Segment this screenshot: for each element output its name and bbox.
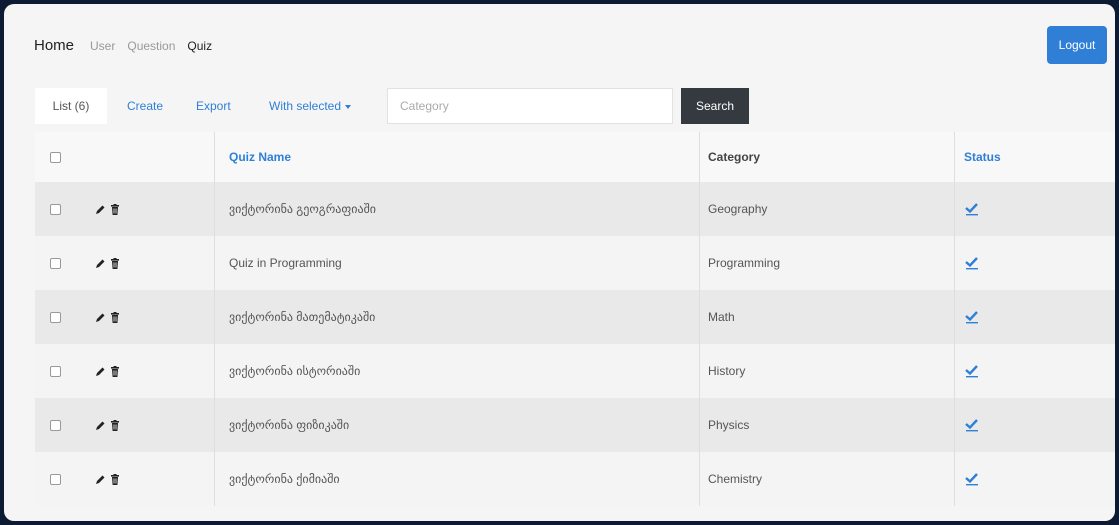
table-row: ვიქტორინა ისტორიაში History (35, 344, 1115, 398)
status-cell (955, 290, 1115, 344)
quiz-name: Quiz in Programming (229, 256, 342, 270)
checkmark-icon[interactable] (964, 418, 980, 432)
logout-button[interactable]: Logout (1047, 26, 1107, 64)
table-row: Quiz in Programming Programming (35, 236, 1115, 290)
trash-icon[interactable] (110, 473, 120, 485)
row-actions (75, 452, 215, 506)
quiz-name-cell: ვიქტორინა ფიზიკაში (215, 398, 700, 452)
toolbar: List (6) Create Export With selected Sea… (35, 88, 1115, 124)
category-cell: Math (700, 290, 955, 344)
quiz-table: Quiz Name Category Status ვიქტორინა გეოგ… (35, 132, 1115, 506)
row-actions (75, 290, 215, 344)
quiz-name: ვიქტორინა მათემატიკაში (229, 310, 376, 324)
row-checkbox[interactable] (49, 419, 61, 431)
row-actions (75, 344, 215, 398)
table-row: ვიქტორინა გეოგრაფიაში Geography (35, 182, 1115, 236)
category-column-header: Category (700, 132, 955, 182)
row-actions (75, 236, 215, 290)
category-search-input[interactable] (387, 88, 673, 124)
quiz-name-cell: ვიქტორინა გეოგრაფიაში (215, 182, 700, 236)
row-checkbox-cell (35, 236, 75, 290)
table-row: ვიქტორინა ქიმიაში Chemistry (35, 452, 1115, 506)
row-checkbox[interactable] (49, 473, 61, 485)
category-name: Physics (708, 418, 750, 432)
status-cell (955, 236, 1115, 290)
row-checkbox-cell (35, 344, 75, 398)
select-all-checkbox[interactable] (49, 151, 61, 163)
category-name: Chemistry (708, 472, 763, 486)
trash-icon[interactable] (110, 203, 120, 215)
table-row: ვიქტორინა ფიზიკაში Physics (35, 398, 1115, 452)
quiz-name: ვიქტორინა გეოგრაფიაში (229, 202, 377, 216)
category-cell: Chemistry (700, 452, 955, 506)
row-checkbox-cell (35, 398, 75, 452)
row-actions (75, 398, 215, 452)
pencil-icon[interactable] (95, 366, 106, 377)
table-body: ვიქტორინა გეოგრაფიაში Geography Quiz in Pr… (35, 182, 1115, 506)
caret-down-icon (345, 104, 352, 109)
quiz-name-cell: ვიქტორინა ქიმიაში (215, 452, 700, 506)
pencil-icon[interactable] (95, 204, 106, 215)
checkmark-icon[interactable] (964, 472, 980, 486)
header-checkbox-cell (35, 132, 75, 182)
navbar: Home User Question Quiz Logout (4, 4, 1115, 86)
checkmark-icon[interactable] (964, 256, 980, 270)
create-link[interactable]: Create (127, 99, 163, 113)
category-name: Programming (708, 256, 781, 270)
pencil-icon[interactable] (95, 258, 106, 269)
category-cell: Programming (700, 236, 955, 290)
pencil-icon[interactable] (95, 420, 106, 431)
category-cell: History (700, 344, 955, 398)
checkmark-icon[interactable] (964, 202, 980, 216)
category-name: Math (708, 310, 735, 324)
row-checkbox[interactable] (49, 203, 61, 215)
row-checkbox-cell (35, 182, 75, 236)
status-cell (955, 398, 1115, 452)
checkmark-icon[interactable] (964, 364, 980, 378)
with-selected-dropdown[interactable]: With selected (269, 99, 352, 113)
table-row: ვიქტორინა მათემატიკაში Math (35, 290, 1115, 344)
tab-list[interactable]: List (6) (35, 88, 107, 124)
category-cell: Geography (700, 182, 955, 236)
status-cell (955, 344, 1115, 398)
trash-icon[interactable] (110, 257, 120, 269)
quiz-name: ვიქტორინა ისტორიაში (229, 364, 361, 378)
status-cell (955, 452, 1115, 506)
category-name: Geography (708, 202, 768, 216)
search-button[interactable]: Search (681, 88, 749, 124)
quiz-name-cell: Quiz in Programming (215, 236, 700, 290)
row-checkbox[interactable] (49, 365, 61, 377)
row-checkbox-cell (35, 290, 75, 344)
status-column-header[interactable]: Status (955, 132, 1115, 182)
row-checkbox[interactable] (49, 311, 61, 323)
with-selected-label: With selected (269, 99, 342, 113)
nav-question-link[interactable]: Question (127, 39, 175, 53)
pencil-icon[interactable] (95, 312, 106, 323)
nav-user-link[interactable]: User (90, 39, 115, 53)
quiz-name-column-header[interactable]: Quiz Name (215, 132, 700, 182)
row-checkbox[interactable] (49, 257, 61, 269)
category-name: History (708, 364, 746, 378)
pencil-icon[interactable] (95, 474, 106, 485)
table-header: Quiz Name Category Status (35, 132, 1115, 182)
quiz-name: ვიქტორინა ფიზიკაში (229, 418, 350, 432)
quiz-name-cell: ვიქტორინა ისტორიაში (215, 344, 700, 398)
export-link[interactable]: Export (196, 99, 231, 113)
nav-links: Home User Question Quiz (34, 37, 224, 54)
nav-home-link[interactable]: Home (34, 37, 74, 54)
category-cell: Physics (700, 398, 955, 452)
status-cell (955, 182, 1115, 236)
trash-icon[interactable] (110, 365, 120, 377)
row-actions (75, 182, 215, 236)
header-actions-cell (75, 132, 215, 182)
quiz-name: ვიქტორინა ქიმიაში (229, 472, 340, 486)
app-window: Home User Question Quiz Logout List (6) … (4, 4, 1115, 521)
quiz-name-cell: ვიქტორინა მათემატიკაში (215, 290, 700, 344)
checkmark-icon[interactable] (964, 310, 980, 324)
trash-icon[interactable] (110, 311, 120, 323)
trash-icon[interactable] (110, 419, 120, 431)
nav-quiz-link[interactable]: Quiz (187, 39, 212, 53)
row-checkbox-cell (35, 452, 75, 506)
